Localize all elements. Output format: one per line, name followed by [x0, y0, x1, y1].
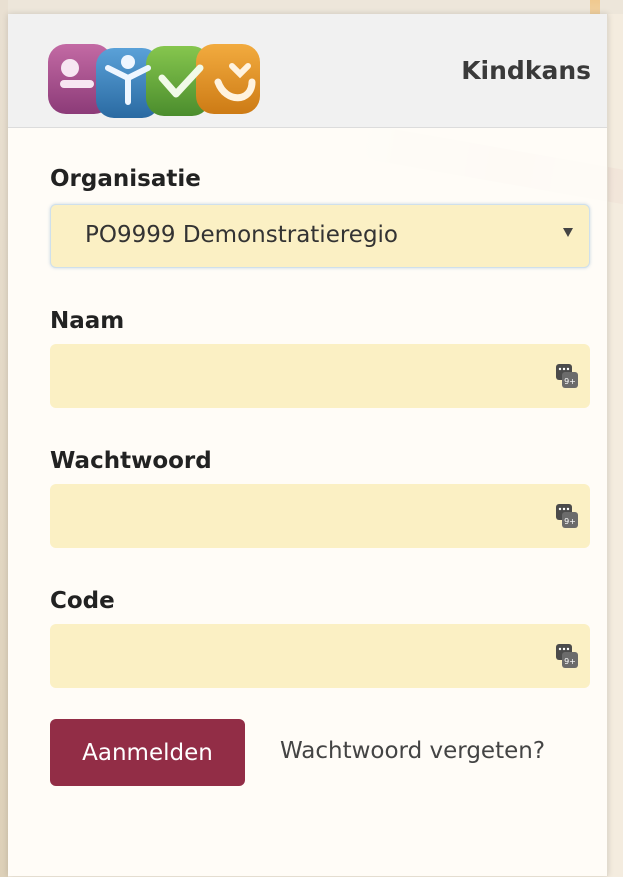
forgot-password-link[interactable]: Wachtwoord vergeten? [280, 738, 545, 764]
svg-text:9+: 9+ [564, 657, 576, 666]
password-manager-icon[interactable]: 9+ [556, 364, 578, 388]
svg-text:9+: 9+ [564, 517, 576, 526]
password-manager-icon[interactable]: 9+ [556, 504, 578, 528]
wachtwoord-input[interactable]: 9+ [50, 484, 590, 548]
kindkans-logo-icon [48, 44, 260, 118]
wachtwoord-label: Wachtwoord [50, 448, 212, 474]
login-panel: Kindkans Organisatie PO9999 Demonstratie… [8, 14, 608, 876]
naam-input[interactable]: 9+ [50, 344, 590, 408]
panel-header: Kindkans [8, 14, 607, 128]
naam-label: Naam [50, 308, 125, 334]
organisatie-select[interactable]: PO9999 Demonstratieregio [50, 204, 590, 268]
brand-title: Kindkans [461, 56, 591, 85]
svg-text:9+: 9+ [564, 377, 576, 386]
code-input[interactable]: 9+ [50, 624, 590, 688]
page-background-top [0, 0, 623, 14]
login-button[interactable]: Aanmelden [50, 719, 245, 786]
page-background-left [0, 0, 8, 877]
code-label: Code [50, 588, 115, 614]
organisatie-label: Organisatie [50, 166, 201, 192]
dropdown-caret-icon [563, 228, 573, 237]
organisatie-selected-value: PO9999 Demonstratieregio [85, 222, 399, 248]
password-manager-icon[interactable]: 9+ [556, 644, 578, 668]
